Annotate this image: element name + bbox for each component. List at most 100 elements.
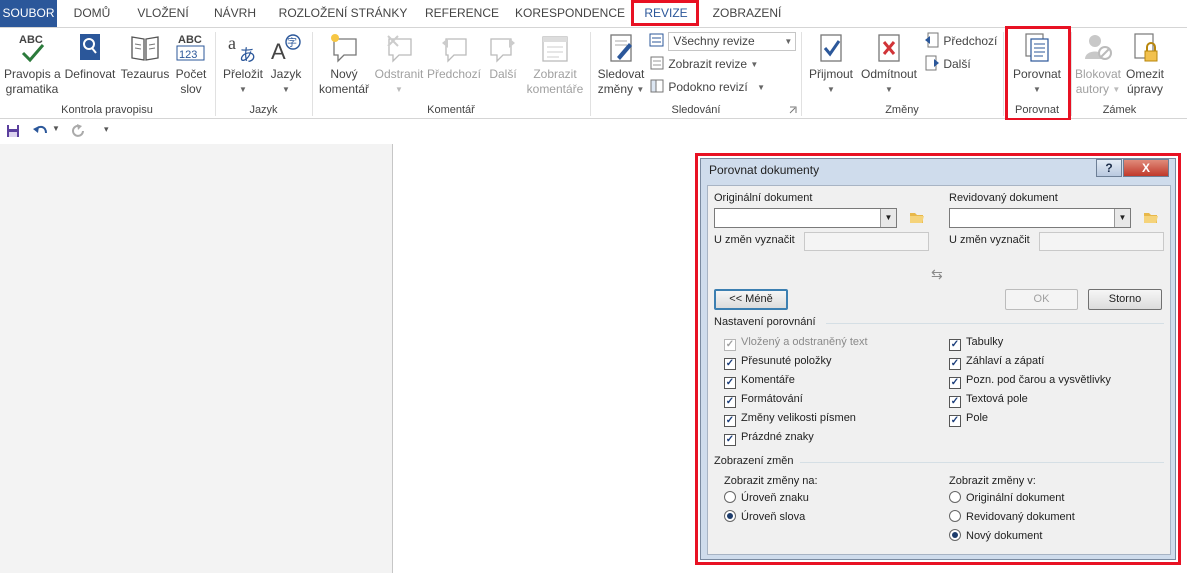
setting-insertions-deletions[interactable]: ✓ Vložený a odstraněný text	[724, 334, 868, 351]
checkbox-box: ✓	[949, 396, 961, 408]
next-comment-button[interactable]: Další	[484, 31, 522, 82]
reject-button[interactable]: Odmítnout ▼	[858, 31, 920, 97]
show-changes-at-label: Zobrazit změny na:	[724, 475, 818, 487]
setting-tables[interactable]: ✓ Tabulky	[949, 334, 1004, 351]
block-authors-button[interactable]: Blokovat autory ▼	[1073, 31, 1123, 97]
revised-browse-folder-icon[interactable]	[1143, 211, 1159, 224]
less-button[interactable]: << Méně	[714, 289, 788, 310]
undo-icon[interactable]	[33, 124, 49, 138]
translate-button[interactable]: a あ Přeložit ▼	[220, 31, 266, 97]
undo-dropdown-icon[interactable]: ▼	[52, 124, 60, 133]
restrict-editing-lock-icon	[1134, 33, 1158, 62]
revised-document-combo[interactable]: ▼	[949, 208, 1131, 228]
markup-select[interactable]: Všechny revize ▼	[668, 32, 797, 52]
setting-fields[interactable]: ✓ Pole	[949, 410, 989, 427]
group-compare-label: Porovnat	[1014, 104, 1060, 116]
previous-change-label: Předchozí	[943, 34, 998, 48]
block-authors-label-2: autory	[1075, 82, 1110, 96]
compare-icon	[1025, 33, 1049, 62]
revised-dropdown-icon[interactable]: ▼	[1114, 209, 1130, 227]
word-count-button[interactable]: ABC 123 Počet slov	[172, 31, 210, 97]
revised-label-changes-field[interactable]	[1039, 232, 1164, 251]
previous-change-button[interactable]: Předchozí	[924, 31, 997, 51]
tab-insert[interactable]: VLOŽENÍ	[128, 0, 198, 27]
tab-layout[interactable]: ROZLOŽENÍ STRÁNKY	[272, 0, 414, 27]
show-markup-button[interactable]: Zobrazit revize ▼	[649, 54, 758, 74]
tab-home[interactable]: DOMŮ	[62, 0, 122, 27]
cancel-button[interactable]: Storno	[1088, 289, 1162, 310]
setting-white-space[interactable]: ✓ Prázdné znaky	[724, 429, 814, 446]
next-change-button[interactable]: Další	[924, 54, 971, 74]
setting-label: Tabulky	[966, 336, 1004, 348]
option-word-level[interactable]: Úroveň slova	[724, 509, 805, 525]
tab-review[interactable]: REVIZE	[634, 0, 698, 27]
restrict-editing-button[interactable]: Omezit úpravy	[1124, 31, 1166, 97]
setting-formatting[interactable]: ✓ Formátování	[724, 391, 803, 408]
delete-comment-button[interactable]: Odstranit ▼	[372, 31, 426, 97]
checkbox-box: ✓	[724, 377, 736, 389]
comparison-settings-heading: Nastavení porovnání	[714, 316, 816, 328]
option-label: Originální dokument	[966, 492, 1065, 504]
delete-comment-icon	[387, 35, 412, 63]
ribbon: ABC Pravopis a gramatika Definovat Tezau…	[0, 26, 1187, 121]
close-button[interactable]: X	[1123, 159, 1169, 177]
svg-text:A: A	[271, 39, 286, 64]
tab-references[interactable]: REFERENCE	[420, 0, 504, 27]
original-dropdown-icon[interactable]: ▼	[880, 209, 896, 227]
setting-moves[interactable]: ✓ Přesunuté položky	[724, 353, 832, 370]
spelling-label-1: Pravopis a	[4, 67, 61, 81]
track-changes-dropdown-icon: ▼	[636, 85, 645, 95]
redo-icon[interactable]	[72, 124, 86, 138]
save-icon[interactable]	[6, 124, 20, 138]
swap-documents-icon[interactable]: ⇆	[931, 266, 943, 283]
translate-dropdown-icon: ▼	[239, 85, 247, 95]
language-label: Jazyk	[270, 67, 302, 81]
option-original-document[interactable]: Originální dokument	[949, 490, 1064, 506]
tab-view[interactable]: ZOBRAZENÍ	[704, 0, 790, 27]
new-comment-label-2: komentář	[318, 82, 370, 96]
original-browse-folder-icon[interactable]	[909, 211, 925, 224]
setting-headers-footers[interactable]: ✓ Záhlaví a zápatí	[949, 353, 1045, 370]
setting-case-changes[interactable]: ✓ Změny velikosti písmen	[724, 410, 856, 427]
tab-design[interactable]: NÁVRH	[204, 0, 266, 27]
accept-button[interactable]: Přijmout ▼	[805, 31, 857, 97]
word-count-icon: ABC 123	[176, 34, 205, 61]
thesaurus-button[interactable]: Tezaurus	[119, 31, 171, 82]
setting-label: Záhlaví a zápatí	[966, 355, 1045, 367]
option-character-level[interactable]: Úroveň znaku	[724, 490, 809, 506]
previous-comment-icon	[442, 38, 467, 63]
language-button[interactable]: A 字 Jazyk ▼	[266, 31, 306, 97]
tracking-dialog-launcher-icon[interactable]	[789, 106, 797, 114]
setting-footnotes-endnotes[interactable]: ✓ Pozn. pod čarou a vysvětlivky	[949, 372, 1111, 389]
accept-label: Přijmout	[808, 67, 853, 81]
thesaurus-label: Tezaurus	[120, 67, 170, 81]
ok-button[interactable]: OK	[1005, 289, 1078, 310]
customize-qat-icon[interactable]: ▾	[104, 124, 109, 135]
spelling-button[interactable]: ABC Pravopis a gramatika	[4, 31, 61, 97]
markup-select-row[interactable]: Všechny revize ▼	[649, 31, 797, 52]
svg-text:a: a	[228, 33, 236, 53]
reject-icon	[878, 34, 900, 62]
original-document-combo[interactable]: ▼	[714, 208, 897, 228]
option-label: Úroveň znaku	[741, 492, 809, 504]
previous-comment-button[interactable]: Předchozí	[426, 31, 482, 82]
tab-file[interactable]: SOUBOR	[0, 0, 57, 27]
setting-label: Komentáře	[741, 374, 795, 386]
reviewing-pane-button[interactable]: Podokno revizí ▼	[649, 77, 765, 97]
setting-label: Pole	[966, 412, 989, 424]
option-revised-document[interactable]: Revidovaný dokument	[949, 509, 1075, 525]
option-new-document[interactable]: Nový dokument	[949, 528, 1042, 544]
setting-comments[interactable]: ✓ Komentáře	[724, 372, 795, 389]
svg-text:ABC: ABC	[19, 34, 43, 46]
compare-button[interactable]: Porovnat ▼	[1010, 31, 1064, 97]
define-label: Definovat	[64, 67, 116, 81]
track-changes-button[interactable]: Sledovat změny ▼	[594, 31, 648, 97]
language-dropdown-icon: ▼	[282, 85, 290, 95]
tab-mailings[interactable]: KORESPONDENCE	[510, 0, 630, 27]
setting-textboxes[interactable]: ✓ Textová pole	[949, 391, 1028, 408]
define-button[interactable]: Definovat	[62, 31, 118, 82]
new-comment-button[interactable]: Nový komentář	[316, 31, 372, 97]
original-label-changes-field[interactable]	[804, 232, 929, 251]
help-button[interactable]: ?	[1096, 159, 1122, 177]
show-comments-button[interactable]: Zobrazit komentáře	[524, 31, 586, 97]
